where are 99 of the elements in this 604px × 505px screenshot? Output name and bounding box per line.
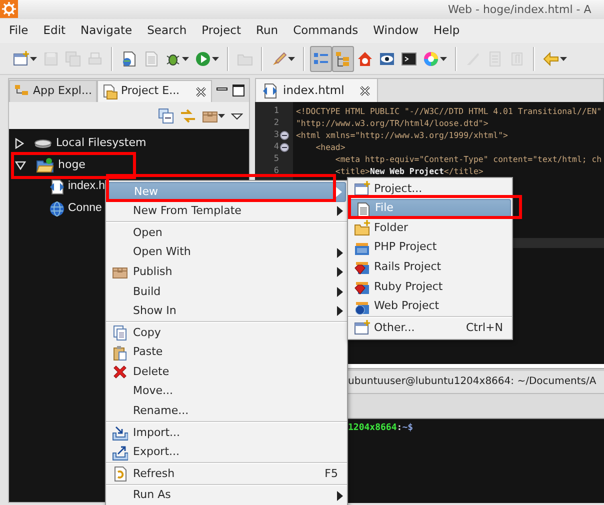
- menu-item[interactable]: PHP Project: [349, 238, 511, 258]
- save-all-icon: [65, 50, 81, 66]
- panel-tab[interactable]: App Expl...: [9, 80, 97, 102]
- menu-item[interactable]: Paste: [107, 342, 346, 362]
- paste-icon: [112, 344, 128, 361]
- back-arrow-icon: [543, 50, 559, 66]
- code-line: <title>New Web Project</title>: [334, 165, 484, 177]
- save-icon: [43, 50, 59, 66]
- print-icon: [87, 50, 103, 66]
- page-icon: [143, 50, 159, 66]
- menu-item[interactable]: Refresh F5: [107, 464, 346, 484]
- menu-item[interactable]: Rails Project: [349, 257, 511, 277]
- menu-item[interactable]: Other... Ctrl+N: [349, 318, 511, 338]
- document-folder-icon: [102, 84, 118, 100]
- menu-item[interactable]: Show In: [107, 302, 346, 322]
- menu-item[interactable]: Project: [192, 22, 247, 40]
- hierarchy-button[interactable]: [332, 46, 354, 72]
- code-line: <html xmlns="http://www.w3.org/1999/xhtml">: [296, 129, 509, 141]
- terminal-prompt: 1204x8664:~$: [348, 423, 414, 433]
- terminal-icon: [401, 50, 417, 66]
- menu-item[interactable]: Build: [107, 282, 346, 302]
- line-number: 1: [274, 105, 279, 117]
- code-line: <meta http-equiv="Content-Type" content="text/html; ch: [334, 153, 602, 165]
- menu-item[interactable]: Publish: [107, 262, 346, 282]
- caret-icon: [182, 56, 189, 60]
- delete-icon: [112, 364, 128, 380]
- code-line: <!DOCTYPE HTML PUBLIC "-//W3C//DTD HTML 4.01 Transitional//EN": [296, 105, 602, 117]
- link-arrows-icon: [180, 108, 196, 124]
- menu-item[interactable]: Commands: [284, 22, 364, 40]
- menu-item[interactable]: Web Project: [349, 296, 511, 316]
- menu-item[interactable]: Export...: [107, 442, 346, 462]
- globe-icon: [49, 201, 65, 217]
- page-icon: [355, 202, 371, 218]
- line-number: 4: [274, 141, 279, 153]
- html-file-icon: [49, 179, 65, 195]
- menu-item[interactable]: Search: [138, 22, 193, 40]
- html-file-icon: [262, 82, 278, 98]
- menu-item[interactable]: Edit: [34, 22, 72, 40]
- editor-tab[interactable]: index.html: [256, 79, 378, 102]
- color-wheel-icon: [423, 50, 439, 66]
- tree-item[interactable]: hoge: [15, 156, 86, 174]
- line-number: 3: [274, 129, 279, 141]
- list-icon: [313, 50, 329, 66]
- menu-item[interactable]: File: [0, 22, 34, 40]
- caret-icon: [212, 56, 219, 60]
- eye-icon: [379, 50, 395, 66]
- app-logo-icon: [0, 0, 18, 18]
- shortcut-label: Ctrl+N: [466, 320, 503, 336]
- menu-item[interactable]: Window: [364, 22, 425, 40]
- hierarchy-icon: [335, 50, 351, 66]
- window-title: Web - hoge/index.html - A: [0, 0, 604, 19]
- menu-item[interactable]: Copy: [107, 323, 346, 343]
- close-icon: [194, 86, 207, 98]
- brush-icon: [271, 50, 287, 66]
- menu-item[interactable]: Run As: [107, 486, 346, 505]
- line-number: 2: [274, 117, 279, 129]
- view-menu-icon: [231, 112, 243, 120]
- tree-item[interactable]: index.h: [49, 178, 106, 196]
- ruby-project-icon: [354, 259, 370, 276]
- run-icon: [195, 50, 211, 66]
- maximize-icon: [232, 84, 245, 97]
- close-icon: [359, 84, 372, 96]
- code-line: <head>: [314, 141, 346, 153]
- code-line: "http://www.w3.org/TR/html4/loose.dtd">: [296, 117, 490, 129]
- new-window-icon: [354, 181, 370, 197]
- caret-icon: [288, 56, 295, 60]
- export-icon: [112, 444, 128, 461]
- menu-item[interactable]: New From Template: [107, 202, 346, 222]
- menu-item[interactable]: Help: [424, 22, 466, 40]
- caret-icon: [440, 56, 447, 60]
- menu-item[interactable]: Rename...: [107, 402, 346, 422]
- new-window-icon: [13, 50, 29, 66]
- menu-item[interactable]: Run: [247, 22, 284, 40]
- new-window-icon: [354, 320, 370, 336]
- refresh-icon: [112, 466, 128, 482]
- menu-item[interactable]: Folder: [349, 218, 511, 238]
- menu-item[interactable]: Import...: [107, 423, 346, 443]
- menu-item[interactable]: Open: [107, 223, 346, 243]
- shortcut-label: F5: [324, 466, 338, 482]
- panel-tab[interactable]: Project E...: [96, 80, 212, 102]
- import-icon: [112, 425, 128, 442]
- new-folder-icon: [354, 220, 370, 236]
- menu-item[interactable]: Project...: [349, 179, 511, 199]
- line-number: 6: [274, 165, 279, 177]
- menu-item[interactable]: Navigate: [72, 22, 138, 40]
- project-folder-icon: [36, 157, 54, 173]
- list-button[interactable]: [310, 46, 332, 72]
- tree-item[interactable]: Conne: [49, 200, 103, 218]
- caret-icon: [218, 114, 225, 118]
- collapse-all-icon: [158, 108, 174, 124]
- tree-item[interactable]: Local Filesystem: [15, 134, 148, 152]
- menu-item[interactable]: Open With: [107, 242, 346, 262]
- copy-icon: [112, 325, 128, 342]
- globe-page-icon: [121, 50, 137, 66]
- menu-item[interactable]: Ruby Project: [349, 276, 511, 297]
- caret-icon: [30, 56, 37, 60]
- home-icon: [357, 50, 373, 66]
- caret-icon: [560, 56, 567, 60]
- line-number: 5: [274, 153, 279, 165]
